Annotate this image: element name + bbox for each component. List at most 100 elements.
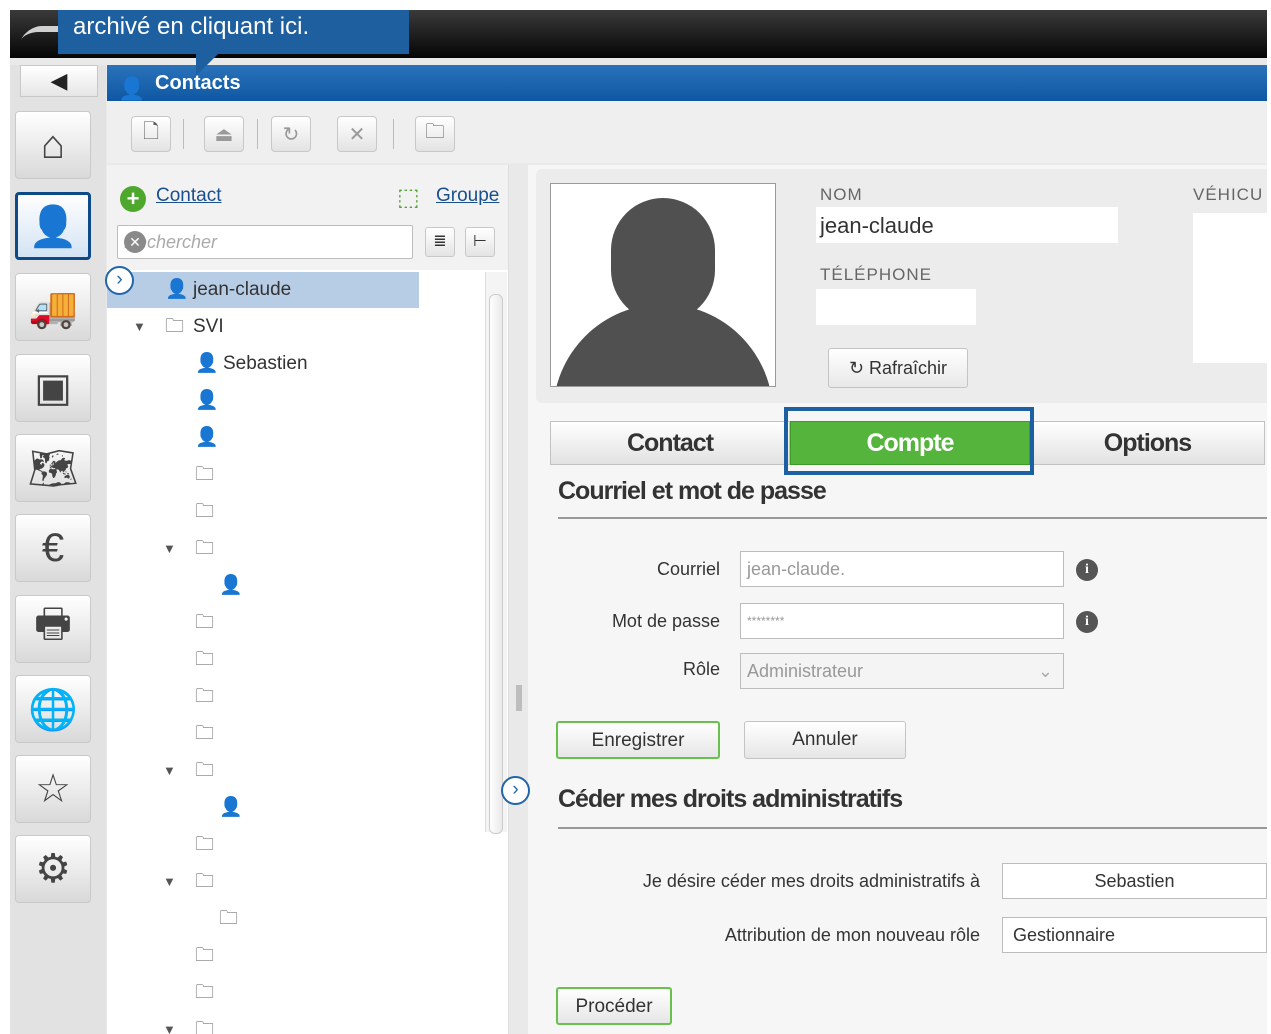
- chevron-down-icon: ⌄: [1037, 661, 1053, 681]
- tree-folder-row[interactable]: ▼ 🗀: [107, 531, 485, 567]
- name-label: NOM: [820, 185, 863, 204]
- tab-highlight-frame: [784, 407, 1034, 475]
- tree-contact-row[interactable]: 👤 Sebastien: [107, 346, 485, 382]
- tab-options[interactable]: Options: [1030, 421, 1265, 465]
- module-header: 👤 Contacts: [107, 65, 1267, 101]
- tree-contact-row[interactable]: 👤: [107, 383, 485, 419]
- expand-toggle-icon[interactable]: ▼: [163, 864, 176, 900]
- name-value: jean-claude: [820, 213, 934, 238]
- cancel-button[interactable]: Annuler: [744, 721, 906, 759]
- folder-icon: 🗀: [195, 760, 215, 781]
- step-marker-icon: ›: [105, 266, 134, 295]
- refresh-button[interactable]: ↻ Rafraîchir: [828, 348, 968, 388]
- globe-icon[interactable]: 🌐: [15, 675, 91, 743]
- tree-folder-row[interactable]: 🗀: [107, 494, 485, 530]
- proceed-button[interactable]: Procéder: [556, 987, 672, 1025]
- tree-folder-row[interactable]: 🗀: [107, 938, 485, 974]
- expand-toggle-icon[interactable]: ▼: [133, 309, 146, 345]
- password-field[interactable]: ********: [740, 603, 1064, 639]
- tooltip-text: archivé en cliquant ici.: [73, 13, 310, 40]
- add-group-icon[interactable]: ⬚: [397, 183, 420, 212]
- vehicle-label: VÉHICU: [1193, 185, 1264, 204]
- clear-search-icon[interactable]: ✕: [124, 231, 146, 253]
- contact-detail-panel: NOM jean-claude TÉLÉPHONE VÉHICU ↻ Rafra…: [528, 165, 1267, 1034]
- tree-folder-row[interactable]: 🗀: [107, 975, 485, 1011]
- expand-toggle-icon[interactable]: ▼: [163, 1012, 176, 1034]
- person-icon: 👤: [195, 390, 219, 411]
- profile-card: NOM jean-claude TÉLÉPHONE VÉHICU ↻ Rafra…: [536, 169, 1267, 403]
- add-contact-link[interactable]: Contact: [156, 185, 221, 207]
- folder-settings-button[interactable]: 🗀: [415, 116, 455, 152]
- add-icon[interactable]: +: [120, 186, 146, 212]
- person-icon: 👤: [219, 797, 243, 818]
- billing-icon[interactable]: €: [15, 514, 91, 582]
- section-transfer-rights: Céder mes droits administratifs: [558, 785, 903, 813]
- new-document-button[interactable]: 🗋: [131, 116, 171, 152]
- info-icon[interactable]: i: [1076, 611, 1098, 633]
- vehicles-icon[interactable]: 🚚: [15, 273, 91, 341]
- email-field[interactable]: jean-claude.: [740, 551, 1064, 587]
- password-label: Mot de passe: [611, 611, 720, 631]
- expand-toggle-icon[interactable]: ▼: [163, 753, 176, 789]
- tree-contact-row[interactable]: 👤: [107, 420, 485, 456]
- tree-item-label: jean-claude: [193, 279, 292, 300]
- tree-folder-row[interactable]: 🗀: [107, 716, 485, 752]
- tree-contact-row[interactable]: 👤 jean-claude: [107, 272, 419, 308]
- folder-icon: 🗀: [195, 723, 215, 744]
- contact-tree: 👤 jean-claude ▼ 🗀 SVI 👤 Sebastien 👤 👤 🗀 🗀 ▼ 🗀 👤 🗀 🗀 🗀 🗀 ▼ 🗀…: [107, 272, 485, 1034]
- phone-value-box: [816, 289, 976, 325]
- refresh-toolbar-button[interactable]: ↻: [271, 116, 311, 152]
- tree-folder-row[interactable]: 🗀: [107, 457, 485, 493]
- tree-folder-row[interactable]: ▼ 🗀 SVI: [107, 309, 485, 345]
- section-divider: [558, 827, 1267, 829]
- collapse-nav-button[interactable]: ◀: [20, 65, 98, 97]
- folder-icon: 🗀: [195, 1019, 215, 1034]
- tree-folder-row[interactable]: 🗀: [107, 901, 485, 937]
- tree-folder-row[interactable]: ▼ 🗀: [107, 1012, 485, 1034]
- new-role-select[interactable]: Gestionnaire: [1002, 917, 1267, 953]
- transfer-select[interactable]: Sebastien: [1002, 863, 1267, 899]
- contact-person-icon[interactable]: 👤: [15, 192, 91, 260]
- delete-button[interactable]: ✕: [337, 116, 377, 152]
- tree-folder-row[interactable]: ▼ 🗀: [107, 864, 485, 900]
- list-view-button[interactable]: ≣: [425, 227, 455, 257]
- tree-contact-row[interactable]: 👤: [107, 568, 485, 604]
- new-role-label: Attribution de mon nouveau rôle: [724, 925, 980, 945]
- printer-icon[interactable]: 🖶: [15, 595, 91, 663]
- person-icon: 👤: [195, 353, 219, 374]
- folder-icon: 🗀: [195, 945, 215, 966]
- tab-contact[interactable]: Contact: [550, 421, 790, 465]
- tree-folder-row[interactable]: 🗀: [107, 827, 485, 863]
- star-icon[interactable]: ☆: [15, 755, 91, 823]
- home-icon[interactable]: ⌂: [15, 111, 91, 179]
- role-select[interactable]: Administrateur ⌄: [740, 653, 1064, 689]
- expand-toggle-icon[interactable]: ▼: [163, 531, 176, 567]
- folder-icon: 🗀: [195, 649, 215, 670]
- map-icon[interactable]: 🗺: [15, 434, 91, 502]
- scrollbar-thumb[interactable]: [489, 294, 503, 834]
- tree-folder-row[interactable]: 🗀: [107, 642, 485, 678]
- tree-view-button[interactable]: ⊢: [465, 227, 495, 257]
- info-icon[interactable]: i: [1076, 559, 1098, 581]
- contact-tree-panel: + Contact ⬚ Groupe Rechercher ✕ ≣ ⊢ 👤 jea…: [107, 165, 509, 1034]
- toolbar: 🗋 ⏏ ↻ ✕ 🗀: [107, 101, 1267, 163]
- section-email-password: Courriel et mot de passe: [558, 477, 827, 505]
- archive-button[interactable]: ⏏: [204, 116, 244, 152]
- tree-scrollbar[interactable]: [485, 272, 507, 834]
- gear-icon[interactable]: ⚙: [15, 835, 91, 903]
- add-group-link[interactable]: Groupe: [436, 185, 499, 207]
- search-input[interactable]: Rechercher ✕: [117, 225, 413, 259]
- tree-contact-row[interactable]: 👤: [107, 790, 485, 826]
- folder-icon: 🗀: [195, 538, 215, 559]
- app-window: ◀ ⌂ 👤 🚚 ▣ 🗺 € 🖶 🌐 ☆ ⚙ 👤 Contacts 🗋 ⏏ ↻ ✕…: [10, 10, 1267, 1034]
- tree-folder-row[interactable]: 🗀: [107, 679, 485, 715]
- panel-splitter[interactable]: [510, 165, 530, 1034]
- main-nav: ◀ ⌂ 👤 🚚 ▣ 🗺 € 🖶 🌐 ☆ ⚙: [10, 65, 106, 1034]
- tree-folder-row[interactable]: ▼ 🗀: [107, 753, 485, 789]
- folder-icon: 🗀: [195, 982, 215, 1003]
- email-label: Courriel: [656, 559, 720, 579]
- save-button[interactable]: Enregistrer: [556, 721, 720, 759]
- folder-icon: 🗀: [165, 316, 185, 337]
- device-icon[interactable]: ▣: [15, 354, 91, 422]
- tree-folder-row[interactable]: 🗀: [107, 605, 485, 641]
